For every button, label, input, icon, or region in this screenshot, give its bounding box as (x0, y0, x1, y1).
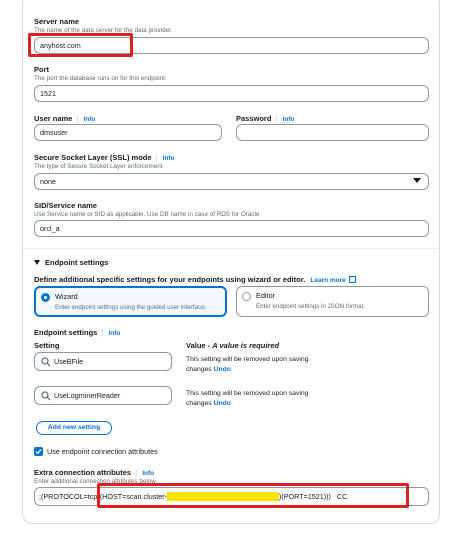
attr-value-suffix: )(PORT=1521))) (278, 492, 331, 501)
password-label: Password | Info (236, 114, 295, 123)
editor-title: Editor (256, 291, 276, 300)
extra-attributes-input[interactable]: ;(PROTOCOL=tcp)(HOST=scan.cluster- )(POR… (34, 487, 429, 506)
caret-down-icon (413, 178, 421, 183)
removal-note-line: This setting will be removed upon saving (186, 356, 309, 363)
search-icon (41, 391, 51, 401)
setting-column-header: Setting (34, 341, 60, 350)
user-name-info-link[interactable]: Info (83, 116, 95, 123)
password-input[interactable] (236, 124, 429, 141)
password-info-link[interactable]: Info (283, 116, 295, 123)
undo-link[interactable]: Undo (214, 366, 231, 373)
wizard-title: Wizard (55, 292, 78, 301)
learn-more-link[interactable]: Learn more (310, 277, 345, 284)
value-column-header-text: Value - (186, 341, 213, 350)
server-name-input[interactable]: anyhost.com (34, 37, 429, 54)
user-name-label-text: User name (34, 114, 73, 123)
server-name-description: The name of the data server for the data… (34, 27, 173, 34)
user-name-input[interactable]: dmsuser (34, 124, 222, 141)
port-label: Port (34, 65, 49, 74)
wizard-radio[interactable] (41, 293, 50, 302)
ssl-mode-label-text: Secure Socket Layer (SSL) mode (34, 153, 152, 162)
sid-label: SID/Service name (34, 201, 97, 210)
use-connection-attributes-label: Use endpoint connection attributes (47, 447, 158, 456)
attr-value-prefix: ;(PROTOCOL=tcp)(HOST=scan.cluster- (39, 492, 168, 501)
setting-name: UseLogminerReader (54, 391, 121, 400)
editor-description: Enter endpoint settings in JSON format. (256, 303, 366, 310)
user-name-label: User name | Info (34, 114, 96, 123)
setting-removal-note: This setting will be removed upon saving… (186, 355, 308, 375)
checkmark-icon (35, 449, 42, 455)
search-icon (41, 357, 51, 367)
setting-removal-note: This setting will be removed upon saving… (186, 389, 308, 409)
extra-attributes-info-link[interactable]: Info (142, 470, 154, 477)
sid-input[interactable]: orcl_a (34, 220, 429, 237)
removal-note-line: This setting will be removed upon saving (186, 390, 309, 397)
value-column-header: Value - A value is required (186, 341, 279, 350)
extra-attributes-value: ;(PROTOCOL=tcp)(HOST=scan.cluster- )(POR… (39, 492, 347, 501)
endpoint-settings-title: Endpoint settings (45, 258, 109, 267)
caret-down-icon (34, 260, 40, 265)
server-name-label: Server name (34, 17, 80, 26)
endpoint-settings-expander[interactable]: Endpoint settings (34, 258, 108, 267)
setting-search-input[interactable]: UseLogminerReader (34, 386, 172, 405)
removal-note-changes: changes (186, 400, 214, 407)
undo-link[interactable]: Undo (214, 400, 231, 407)
endpoint-settings-info-link[interactable]: Info (108, 330, 120, 337)
wizard-description: Enter endpoint settings using the guided… (55, 304, 207, 311)
extra-attributes-description: Enter additional connection attributes b… (34, 478, 156, 485)
external-link-icon (348, 276, 356, 283)
setting-search-input[interactable]: UseBFile (34, 352, 172, 371)
editor-option-tile[interactable]: Editor Enter endpoint settings in JSON f… (236, 286, 429, 317)
removal-note-changes: changes (186, 366, 214, 373)
extra-attributes-label: Extra connection attributes | Info (34, 468, 155, 477)
ssl-mode-select[interactable]: none (34, 173, 429, 190)
attr-value-tail: CC (336, 492, 348, 501)
use-connection-attributes-checkbox[interactable] (34, 447, 43, 456)
define-settings-text: Define additional specific settings for … (34, 275, 356, 284)
wizard-option-tile[interactable]: Wizard Enter endpoint settings using the… (34, 286, 227, 317)
port-input[interactable]: 1521 (34, 85, 429, 102)
password-label-text: Password (236, 114, 272, 123)
setting-name: UseBFile (54, 357, 84, 366)
define-settings-label: Define additional specific settings for … (34, 275, 306, 284)
endpoint-settings-label-text: Endpoint settings (34, 328, 98, 337)
port-description: The port the database runs on for this e… (34, 75, 167, 82)
redacted-host-segment (167, 492, 279, 501)
ssl-mode-info-link[interactable]: Info (163, 155, 175, 162)
extra-attributes-label-text: Extra connection attributes (34, 468, 132, 477)
ssl-mode-description: The type of Secure Socket Layer enforcem… (34, 163, 163, 170)
ssl-mode-label: Secure Socket Layer (SSL) mode | Info (34, 153, 175, 162)
section-divider (23, 248, 439, 249)
ssl-mode-value: none (40, 177, 56, 186)
value-required-hint: A value is required (212, 341, 280, 350)
add-new-setting-button[interactable]: Add new setting (36, 421, 112, 435)
sid-description: Use Service name or SID as applicable. U… (34, 211, 260, 218)
endpoint-settings-label: Endpoint settings | Info (34, 328, 121, 337)
editor-radio[interactable] (242, 292, 251, 301)
